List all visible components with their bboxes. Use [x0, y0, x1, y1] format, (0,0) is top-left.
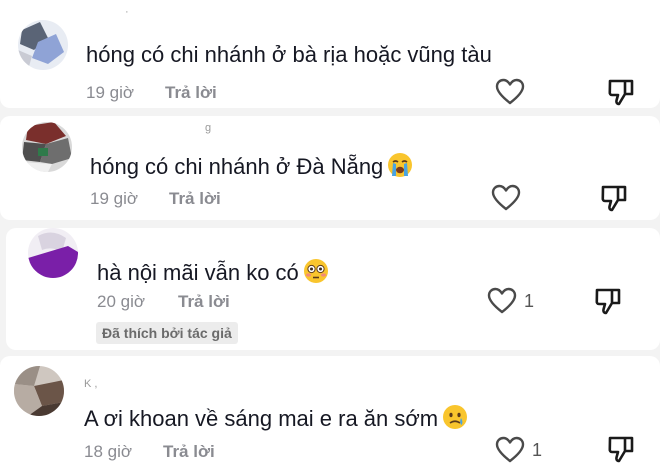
avatar[interactable] — [18, 20, 68, 70]
comment-time: 20 giờ — [97, 292, 146, 311]
crying-face-icon — [387, 152, 413, 178]
avatar[interactable] — [14, 366, 64, 416]
dislike-icon[interactable] — [593, 286, 623, 316]
comment-time: 19 giờ — [90, 189, 139, 208]
comment-text: hóng có chi nhánh ở bà rịa hoặc vũng tàu — [86, 42, 492, 67]
comment-card: g hóng có chi nhánh ở Đà Nẵng 19 giờ Trả… — [0, 116, 660, 220]
avatar[interactable] — [22, 122, 72, 172]
comment-card: K , A ơi khoan về sáng mai e ra ăn sớm 1… — [0, 356, 660, 464]
heart-icon[interactable] — [487, 287, 517, 315]
username-stub[interactable]: K , — [84, 378, 97, 390]
like-count: 1 — [524, 291, 535, 311]
crying-smile-face-icon — [442, 404, 468, 430]
heart-icon[interactable] — [495, 436, 525, 464]
reply-button[interactable]: Trả lời — [163, 442, 215, 462]
username-stub[interactable]: g — [205, 122, 211, 134]
comment-text: hà nội mãi vẫn ko có — [97, 258, 329, 286]
liked-by-creator-badge: Đã thích bởi tác giả — [96, 322, 238, 344]
comment-time: 19 giờ — [86, 83, 135, 102]
comment-card: hà nội mãi vẫn ko có 20 giờ Trả lời 1 Đã… — [6, 228, 660, 350]
dislike-icon[interactable] — [606, 77, 636, 107]
flushed-face-icon — [303, 258, 329, 284]
like-count: 1 — [532, 440, 543, 460]
dislike-icon[interactable] — [606, 434, 636, 464]
comment-text: A ơi khoan về sáng mai e ra ăn sớm — [84, 404, 468, 432]
avatar[interactable] — [28, 228, 78, 278]
reply-button[interactable]: Trả lời — [178, 292, 230, 312]
heart-icon[interactable] — [491, 184, 521, 212]
dislike-icon[interactable] — [599, 183, 629, 213]
comment-card: · hóng có chi nhánh ở bà rịa hoặc vũng t… — [0, 0, 660, 108]
comment-time: 18 giờ — [84, 442, 133, 461]
comment-text: hóng có chi nhánh ở Đà Nẵng — [90, 152, 413, 180]
username-stub[interactable]: · — [125, 6, 129, 18]
heart-icon[interactable] — [495, 78, 525, 106]
reply-button[interactable]: Trả lời — [169, 189, 221, 209]
reply-button[interactable]: Trả lời — [165, 83, 217, 103]
